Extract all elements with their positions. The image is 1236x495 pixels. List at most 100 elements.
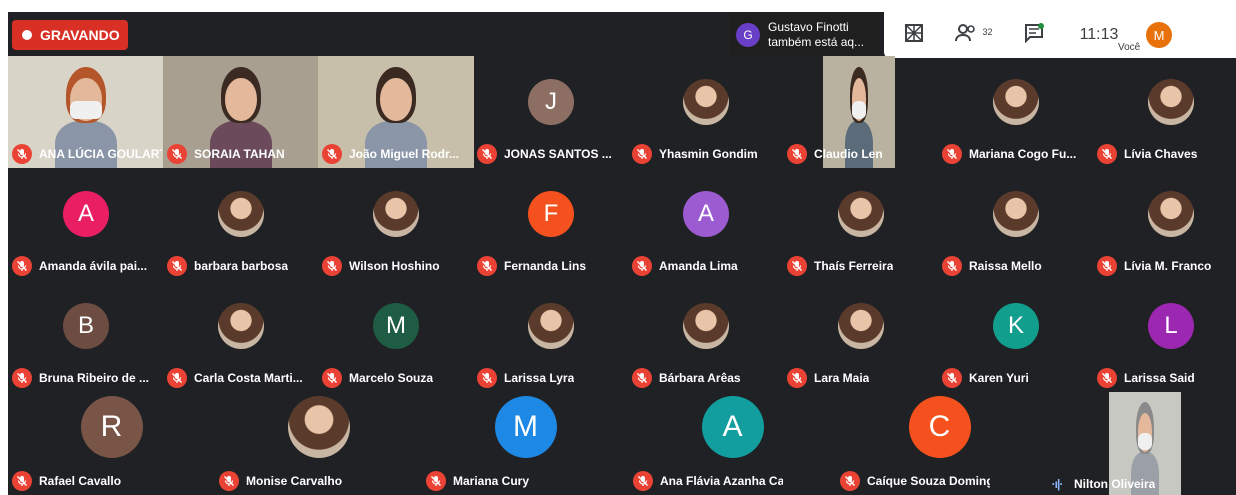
participant-tile[interactable]: Thaís Ferreira <box>783 168 939 280</box>
participant-photo <box>683 303 729 349</box>
mic-off-icon <box>477 368 497 388</box>
participant-tile[interactable]: Lívia M. Franco <box>1093 168 1236 280</box>
participant-label: ANA LÚCIA GOULART <box>12 144 162 164</box>
participant-name: Mariana Cury <box>453 474 530 488</box>
participant-name: Mariana Cogo Fu... <box>969 147 1077 161</box>
layout-grid-icon[interactable] <box>884 23 944 48</box>
participant-name: Rafael Cavallo <box>39 474 122 488</box>
mic-off-icon <box>167 368 187 388</box>
participant-name: Larissa Said <box>1124 371 1195 385</box>
participant-name: Bárbara Arêas <box>659 371 741 385</box>
participant-tile[interactable]: ANA LÚCIA GOULART <box>8 56 164 168</box>
participant-label: Karen Yuri <box>942 368 1029 388</box>
participant-tile[interactable]: L Larissa Said <box>1093 280 1236 392</box>
recording-badge: GRAVANDO <box>12 20 128 50</box>
participant-tile[interactable]: Lívia Chaves <box>1093 56 1236 168</box>
participant-photo <box>1148 79 1194 125</box>
mic-off-icon <box>167 144 187 164</box>
speaking-icon: ·ı|· <box>1051 477 1064 491</box>
join-notification[interactable]: G Gustavo Finotti também está aq... <box>730 14 880 56</box>
participant-name: Monise Carvalho <box>246 474 343 488</box>
participant-tile[interactable]: Monise Carvalho <box>215 392 422 495</box>
participant-avatar: A <box>701 396 764 458</box>
participant-name: Karen Yuri <box>969 371 1029 385</box>
participant-tile[interactable]: F Fernanda Lins <box>473 168 629 280</box>
participant-label: Monise Carvalho <box>219 471 342 491</box>
participant-name: Caíque Souza Domingues <box>867 474 990 488</box>
participant-name: JONAS SANTOS ... <box>504 147 612 161</box>
participant-tile[interactable]: A Amanda ávila pai... <box>8 168 164 280</box>
participant-avatar: J <box>528 79 574 125</box>
participant-label: Claudio Len <box>787 144 883 164</box>
participant-tile[interactable]: barbara barbosa <box>163 168 319 280</box>
mic-off-icon <box>1097 368 1117 388</box>
participant-label: Lara Maia <box>787 368 869 388</box>
participant-avatar: M <box>494 396 557 458</box>
chat-button[interactable] <box>1004 22 1064 48</box>
participant-name: barbara barbosa <box>194 259 289 273</box>
mic-off-icon <box>787 256 807 276</box>
meeting-stage: GRAVANDO G Gustavo Finotti também está a… <box>8 12 1236 495</box>
participant-tile[interactable]: ·ı|· Nilton Oliveira <box>1043 392 1236 495</box>
mic-off-icon <box>322 144 342 164</box>
participant-tile[interactable]: João Miguel Rodr... <box>318 56 474 168</box>
recording-dot-icon <box>22 30 32 40</box>
participant-tile[interactable]: Wilson Hoshino <box>318 168 474 280</box>
participant-name: ANA LÚCIA GOULART <box>39 147 162 161</box>
participant-photo <box>683 79 729 125</box>
participant-tile[interactable]: Yhasmin Gondim <box>628 56 784 168</box>
participant-label: Carla Costa Marti... <box>167 368 303 388</box>
participant-tile[interactable]: Claudio Len <box>783 56 939 168</box>
mic-off-icon <box>12 471 32 491</box>
participant-label: Rafael Cavallo <box>12 471 121 491</box>
mic-off-icon <box>942 256 962 276</box>
participant-tile[interactable]: A Ana Flávia Azanha Camarg... <box>629 392 836 495</box>
mic-off-icon <box>426 471 446 491</box>
notification-line-2: também está aq... <box>768 35 865 49</box>
participant-name: Lara Maia <box>814 371 870 385</box>
mic-off-icon <box>633 471 653 491</box>
mic-off-icon <box>787 368 807 388</box>
participant-tile[interactable]: R Rafael Cavallo <box>8 392 215 495</box>
people-icon <box>955 23 982 46</box>
participant-label: Fernanda Lins <box>477 256 586 276</box>
participant-name: Nilton Oliveira <box>1074 477 1156 491</box>
participant-tile[interactable]: Mariana Cogo Fu... <box>938 56 1094 168</box>
participant-tile[interactable]: J JONAS SANTOS ... <box>473 56 629 168</box>
mic-off-icon <box>477 256 497 276</box>
participant-photo <box>528 303 574 349</box>
people-button[interactable]: 32 <box>944 23 1004 47</box>
participant-name: Wilson Hoshino <box>349 259 440 273</box>
participant-tile[interactable]: Bárbara Arêas <box>628 280 784 392</box>
participant-tile[interactable]: K Karen Yuri <box>938 280 1094 392</box>
participant-name: Amanda Lima <box>659 259 738 273</box>
participant-tile[interactable]: Raissa Mello <box>938 168 1094 280</box>
mic-off-icon <box>322 256 342 276</box>
participant-tile[interactable]: Lara Maia <box>783 280 939 392</box>
participant-tile[interactable]: A Amanda Lima <box>628 168 784 280</box>
self-account[interactable]: M Você <box>1118 22 1184 53</box>
participant-tile[interactable]: Larissa Lyra <box>473 280 629 392</box>
notification-avatar: G <box>736 23 760 47</box>
self-label: Você <box>1118 42 1141 53</box>
participant-tile[interactable]: B Bruna Ribeiro de ... <box>8 280 164 392</box>
participant-label: Mariana Cogo Fu... <box>942 144 1076 164</box>
participant-tile[interactable]: C Caíque Souza Domingues <box>836 392 1043 495</box>
participant-tile[interactable]: Carla Costa Marti... <box>163 280 319 392</box>
participant-avatar: R <box>80 396 143 458</box>
participant-label: Wilson Hoshino <box>322 256 440 276</box>
participant-tile[interactable]: M Mariana Cury <box>422 392 629 495</box>
mic-off-icon <box>477 144 497 164</box>
mic-off-icon <box>167 256 187 276</box>
participant-label: ·ı|· Nilton Oliveira <box>1047 477 1156 491</box>
participant-name: Carla Costa Marti... <box>194 371 303 385</box>
participant-avatar: M <box>373 303 419 349</box>
participant-label: Larissa Lyra <box>477 368 574 388</box>
mic-off-icon <box>12 256 32 276</box>
participant-tile[interactable]: SORAIA TAHAN <box>163 56 319 168</box>
mic-off-icon <box>12 144 32 164</box>
participant-tile[interactable]: M Marcelo Souza <box>318 280 474 392</box>
notification-line-1: Gustavo Finotti <box>768 20 849 34</box>
participant-photo <box>993 79 1039 125</box>
participant-label: barbara barbosa <box>167 256 288 276</box>
